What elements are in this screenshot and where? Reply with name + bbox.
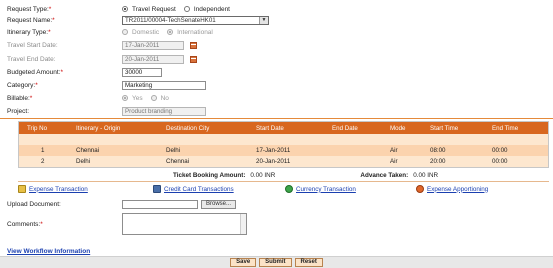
- independent-radio[interactable]: [183, 6, 190, 12]
- comments-row: Comments:*: [7, 213, 247, 235]
- view-workflow-link[interactable]: View Workflow Information: [7, 248, 90, 255]
- col-end-date[interactable]: End Date: [327, 125, 385, 132]
- calendar-icon[interactable]: [190, 55, 197, 63]
- travel-end-input[interactable]: [122, 54, 184, 64]
- table-row[interactable]: 2 Delhi Chennai 20-Jan-2011 Air 20:00 00…: [19, 156, 548, 167]
- comments-textarea[interactable]: [122, 213, 247, 235]
- travel-start-input[interactable]: [122, 40, 184, 50]
- domestic-label: Domestic: [132, 28, 160, 36]
- ticket-amount-label: Ticket Booking Amount:: [173, 171, 246, 179]
- transaction-links: Expense Transaction Credit Card Transact…: [18, 184, 549, 194]
- totals-divider: [18, 181, 549, 182]
- domestic-radio[interactable]: [122, 29, 128, 35]
- col-start-date[interactable]: Start Date: [251, 125, 327, 132]
- budgeted-amount-label: Budgeted Amount:*: [7, 68, 64, 76]
- upload-file-input[interactable]: [122, 200, 198, 209]
- col-origin[interactable]: Itinerary - Origin: [71, 125, 161, 132]
- travel-start-row: Travel Start Date:: [7, 40, 197, 50]
- browse-button[interactable]: Browse...: [201, 200, 237, 209]
- totals-row: Ticket Booking Amount: 0.00 INR Advance …: [18, 170, 549, 180]
- credit-card-link[interactable]: Credit Card Transactions: [153, 185, 285, 193]
- travel-end-row: Travel End Date:: [7, 54, 197, 64]
- table-row[interactable]: 1 Chennai Delhi 17-Jan-2011 Air 08:00 00…: [19, 145, 548, 156]
- request-type-label: Request Type:*: [7, 5, 52, 13]
- apportioning-icon: [416, 185, 424, 193]
- expense-icon: [18, 185, 26, 193]
- calendar-icon[interactable]: [190, 41, 197, 49]
- col-start-time[interactable]: Start Time: [425, 125, 487, 132]
- itinerary-grid: Trip No Itinerary - Origin Destination C…: [18, 121, 549, 168]
- chevron-down-icon[interactable]: ▼: [259, 16, 268, 24]
- travel-request-radio[interactable]: [122, 6, 128, 12]
- comments-label: Comments:*: [7, 221, 43, 228]
- advance-taken-value: 0.00 INR: [413, 171, 439, 179]
- international-radio[interactable]: [167, 29, 174, 35]
- request-name-select[interactable]: TR2011/00004-TechSenateHK01 ▼: [122, 15, 269, 25]
- travel-start-label: Travel Start Date:: [7, 41, 58, 49]
- itinerary-type-label: Itinerary Type:*: [7, 28, 51, 36]
- project-label: Project:: [7, 107, 30, 115]
- col-mode[interactable]: Mode: [385, 125, 425, 132]
- budgeted-amount-input[interactable]: [122, 67, 162, 77]
- category-row: Category:*: [7, 80, 206, 90]
- grid-header: Trip No Itinerary - Origin Destination C…: [19, 122, 548, 134]
- section-divider: [0, 118, 553, 119]
- advance-taken-label: Advance Taken:: [360, 171, 409, 179]
- project-input[interactable]: [122, 106, 206, 116]
- travel-request-label: Travel Request: [132, 5, 176, 13]
- action-bar: Save Submit Reset: [0, 256, 553, 268]
- billable-label: Billable:*: [7, 94, 33, 102]
- currency-transaction-link[interactable]: Currency Transaction: [285, 185, 416, 193]
- col-trip-no[interactable]: Trip No: [19, 125, 71, 132]
- currency-icon: [285, 185, 293, 193]
- billable-row: Billable:* Yes No: [7, 93, 173, 103]
- billable-no-label: No: [160, 94, 169, 102]
- col-end-time[interactable]: End Time: [487, 125, 547, 132]
- budgeted-amount-row: Budgeted Amount:*: [7, 67, 162, 77]
- save-button[interactable]: Save: [230, 258, 257, 267]
- credit-card-icon: [153, 185, 161, 193]
- independent-label: Independent: [193, 5, 230, 13]
- project-row: Project:: [7, 106, 206, 116]
- international-label: International: [177, 28, 213, 36]
- expense-apportioning-link[interactable]: Expense Apportioning: [416, 185, 488, 193]
- col-destination[interactable]: Destination City: [161, 125, 251, 132]
- grid-spacer-row: [19, 134, 548, 145]
- upload-row: Upload Document: Browse...: [7, 200, 237, 209]
- request-type-row: Request Type:* Travel Request Independen…: [7, 4, 234, 14]
- travel-end-label: Travel End Date:: [7, 55, 56, 63]
- category-label: Category:*: [7, 81, 38, 89]
- textarea-scrollbar[interactable]: [240, 214, 246, 234]
- billable-yes-radio[interactable]: [122, 95, 128, 101]
- submit-button[interactable]: Submit: [259, 258, 292, 267]
- itinerary-type-row: Itinerary Type:* Domestic International: [7, 27, 217, 37]
- billable-no-radio[interactable]: [150, 95, 157, 101]
- billable-yes-label: Yes: [132, 94, 143, 102]
- upload-label: Upload Document:: [7, 201, 61, 208]
- category-input[interactable]: [122, 80, 206, 90]
- request-name-row: Request Name:* TR2011/00004-TechSenateHK…: [7, 15, 269, 25]
- expense-transaction-link[interactable]: Expense Transaction: [18, 185, 153, 193]
- request-name-label: Request Name:*: [7, 16, 55, 24]
- reset-button[interactable]: Reset: [294, 258, 323, 267]
- ticket-amount-value: 0.00 INR: [250, 171, 276, 179]
